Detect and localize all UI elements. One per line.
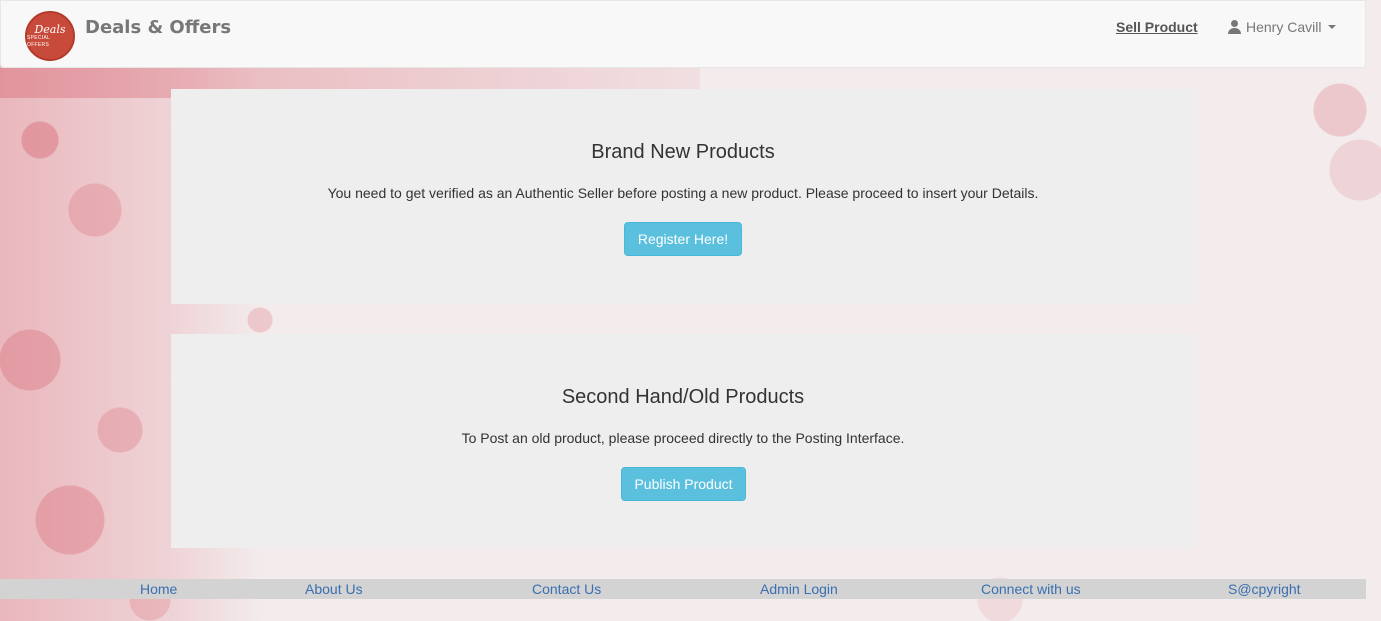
footer-link-contact[interactable]: Contact Us <box>532 581 601 597</box>
second-hand-products-panel: Second Hand/Old Products To Post an old … <box>171 334 1195 548</box>
logo-script-text: Deals <box>34 22 66 36</box>
footer-link-admin-login[interactable]: Admin Login <box>760 581 838 597</box>
panel-title: Second Hand/Old Products <box>561 386 805 408</box>
footer-link-home[interactable]: Home <box>140 581 177 597</box>
footer-link-copyright[interactable]: S@cpyright <box>1228 581 1301 597</box>
brand-name[interactable]: Deals & Offers <box>85 17 231 38</box>
logo-subtext: SPECIAL OFFERS <box>27 34 51 48</box>
sell-product-link[interactable]: Sell Product <box>1116 19 1198 35</box>
user-name: Henry Cavill <box>1246 19 1322 35</box>
panel-title: Brand New Products <box>591 141 775 163</box>
footer-bar: Home About Us Contact Us Admin Login Con… <box>0 579 1366 599</box>
user-icon <box>1228 20 1241 34</box>
chevron-down-icon <box>1328 25 1337 29</box>
top-navbar: Deals SPECIAL OFFERS Deals & Offers Sell… <box>0 0 1366 68</box>
brand-new-products-panel: Brand New Products You need to get verif… <box>171 89 1195 304</box>
footer-link-about[interactable]: About Us <box>305 581 363 597</box>
publish-product-button[interactable]: Publish Product <box>621 467 746 501</box>
brand-logo[interactable]: Deals SPECIAL OFFERS <box>25 11 75 61</box>
footer-link-connect[interactable]: Connect with us <box>981 581 1081 597</box>
panel-description: You need to get verified as an Authentic… <box>327 185 1039 201</box>
panel-description: To Post an old product, please proceed d… <box>461 430 905 446</box>
register-button[interactable]: Register Here! <box>624 222 742 256</box>
user-dropdown[interactable]: Henry Cavill <box>1228 19 1337 35</box>
